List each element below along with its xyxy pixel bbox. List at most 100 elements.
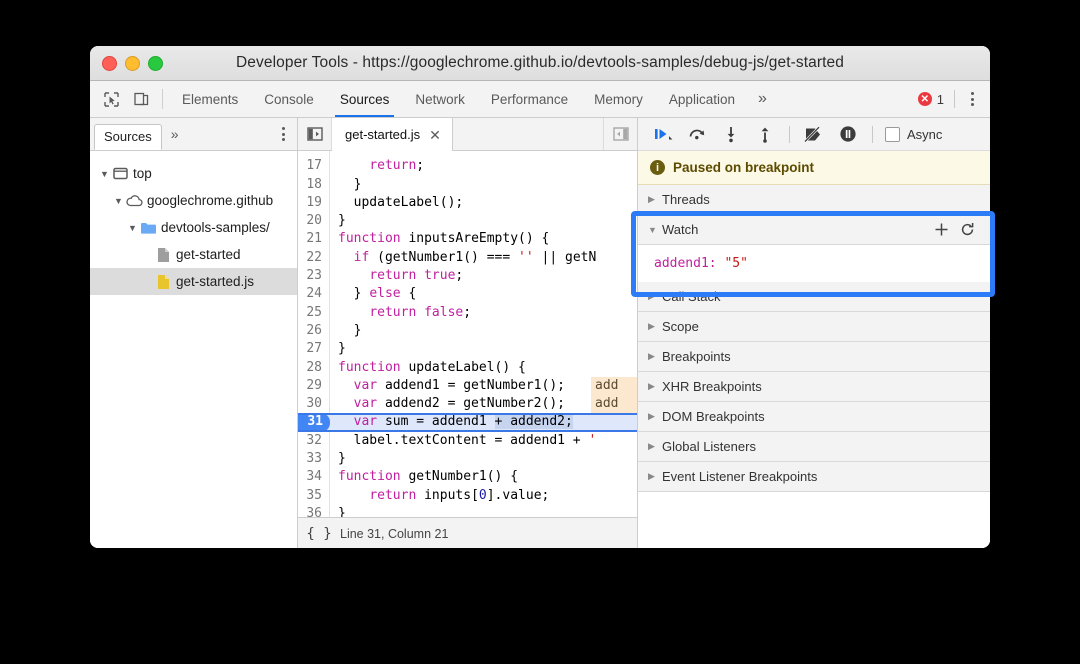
chevron-right-icon[interactable]: ▶ bbox=[648, 471, 662, 482]
tab-sources[interactable]: Sources bbox=[327, 81, 403, 117]
chevron-right-icon[interactable]: ▶ bbox=[648, 291, 662, 302]
debugger-section-global-listeners[interactable]: ▶ Global Listeners bbox=[638, 432, 990, 462]
pretty-print-icon[interactable]: { } bbox=[298, 526, 340, 542]
line-source: } else { bbox=[338, 286, 417, 302]
chevron-right-icon[interactable]: ▶ bbox=[648, 351, 662, 362]
debugger-section-scope[interactable]: ▶ Scope bbox=[638, 312, 990, 342]
chevron-down-icon[interactable]: ▼ bbox=[126, 223, 139, 233]
add-icon[interactable] bbox=[930, 219, 952, 241]
debugger-section-breakpoints[interactable]: ▶ Breakpoints bbox=[638, 342, 990, 372]
toolbar-divider bbox=[789, 125, 790, 143]
device-toolbar-icon[interactable] bbox=[126, 81, 156, 117]
minimize-button[interactable] bbox=[125, 55, 140, 71]
editor-tab-label: get-started.js bbox=[345, 127, 421, 142]
editor-tab-get-started-js[interactable]: get-started.js ✕ bbox=[332, 118, 453, 151]
window-title: Developer Tools - https://googlechrome.g… bbox=[236, 54, 844, 71]
inspect-element-icon[interactable] bbox=[96, 81, 126, 117]
tree-node-get-started[interactable]: get-started bbox=[90, 241, 297, 268]
step-out-icon[interactable] bbox=[750, 121, 780, 147]
watch-expression-row[interactable]: addend1: "5" bbox=[638, 245, 990, 282]
section-label: XHR Breakpoints bbox=[662, 379, 762, 394]
tab-performance[interactable]: Performance bbox=[478, 81, 581, 117]
toolbar-divider bbox=[162, 89, 163, 109]
kebab-menu-icon[interactable] bbox=[963, 92, 982, 106]
chevron-down-icon[interactable]: ▼ bbox=[648, 225, 662, 235]
section-label: DOM Breakpoints bbox=[662, 409, 765, 424]
navigator-menu-icon[interactable] bbox=[270, 127, 297, 141]
debugger-section-call-stack[interactable]: ▶ Call Stack bbox=[638, 282, 990, 312]
tab-elements[interactable]: Elements bbox=[169, 81, 251, 117]
chevron-right-icon[interactable]: ▶ bbox=[648, 441, 662, 452]
tab-label: Elements bbox=[182, 91, 239, 107]
chevron-right-icon[interactable]: ▶ bbox=[648, 321, 662, 332]
line-source: return; bbox=[369, 158, 425, 174]
tab-network[interactable]: Network bbox=[402, 81, 478, 117]
debugger-section-threads[interactable]: ▶ Threads bbox=[638, 185, 990, 215]
file-tree: ▼ top ▼ googlechrome.github ▼ devtools-s… bbox=[90, 151, 297, 295]
resume-script-icon[interactable] bbox=[648, 121, 678, 147]
code-line: 35 return inputs[0].value; bbox=[298, 486, 637, 505]
tree-node-get-started-js[interactable]: get-started.js bbox=[90, 268, 297, 295]
paused-banner: i Paused on breakpoint bbox=[638, 151, 990, 185]
line-source: } bbox=[338, 341, 346, 357]
folder-icon bbox=[139, 221, 158, 235]
watch-expression-name: addend1: bbox=[654, 256, 717, 271]
error-badge[interactable]: ✕ 1 bbox=[917, 92, 954, 107]
debugger-section-watch[interactable]: ▼ Watch bbox=[638, 215, 990, 245]
navigator-pane: Sources » ▼ top ▼ googlechrome.github ▼ … bbox=[90, 118, 298, 548]
line-source: label.textContent = addend1 + ' bbox=[338, 432, 597, 448]
devtools-tab-strip: Elements Console Sources Network Perform… bbox=[90, 81, 990, 118]
tab-label: Network bbox=[415, 91, 465, 107]
close-icon[interactable]: ✕ bbox=[429, 128, 441, 142]
show-navigator-icon[interactable] bbox=[298, 118, 332, 150]
section-label: Global Listeners bbox=[662, 439, 756, 454]
line-source: } bbox=[338, 176, 362, 192]
code-editor[interactable]: 16 label.textContent = 'Error: on 17 ret… bbox=[298, 151, 637, 517]
frame-icon bbox=[111, 167, 130, 180]
line-source: var sum = addend1 + addend2; bbox=[330, 413, 637, 432]
chevron-right-icon[interactable]: ▶ bbox=[648, 381, 662, 392]
line-source: function updateLabel() { bbox=[338, 359, 526, 375]
navigator-tab-sources[interactable]: Sources bbox=[94, 123, 162, 150]
chevron-right-icon[interactable]: ▶ bbox=[648, 411, 662, 422]
debugger-section-dom-breakpoints[interactable]: ▶ DOM Breakpoints bbox=[638, 402, 990, 432]
tab-memory[interactable]: Memory bbox=[581, 81, 656, 117]
step-into-icon[interactable] bbox=[716, 121, 746, 147]
line-source: } bbox=[338, 451, 346, 467]
tab-label: Console bbox=[264, 91, 314, 107]
tabs-overflow-icon[interactable]: » bbox=[748, 81, 777, 117]
debugger-section-xhr-breakpoints[interactable]: ▶ XHR Breakpoints bbox=[638, 372, 990, 402]
close-button[interactable] bbox=[102, 55, 117, 71]
tab-console[interactable]: Console bbox=[251, 81, 327, 117]
code-line: 25 return false; bbox=[298, 303, 637, 322]
cursor-position: Line 31, Column 21 bbox=[340, 527, 449, 541]
chevron-right-icon[interactable]: ▶ bbox=[648, 194, 662, 205]
tab-application[interactable]: Application bbox=[656, 81, 748, 117]
refresh-icon[interactable] bbox=[956, 219, 978, 241]
code-line: 22 if (getNumber1() === '' || getN bbox=[298, 248, 637, 268]
checkbox-icon[interactable] bbox=[885, 126, 900, 142]
chevron-down-icon[interactable]: ▼ bbox=[98, 169, 111, 179]
devtools-window: Developer Tools - https://googlechrome.g… bbox=[90, 46, 990, 548]
maximize-button[interactable] bbox=[148, 55, 163, 71]
code-line: 26 } bbox=[298, 321, 637, 341]
pause-on-exceptions-icon[interactable] bbox=[833, 121, 863, 147]
show-debugger-icon[interactable] bbox=[603, 118, 637, 150]
async-checkbox[interactable]: Async bbox=[882, 126, 943, 142]
line-number: 36 bbox=[298, 504, 330, 517]
tree-node-devtools-samples[interactable]: ▼ devtools-samples/ bbox=[90, 214, 297, 241]
line-number: 34 bbox=[298, 468, 330, 487]
navigator-overflow-icon[interactable]: » bbox=[162, 126, 188, 142]
debugger-section-event-listener-breakpoints[interactable]: ▶ Event Listener Breakpoints bbox=[638, 462, 990, 492]
tree-node-top[interactable]: ▼ top bbox=[90, 160, 297, 187]
deactivate-breakpoints-icon[interactable] bbox=[799, 121, 829, 147]
async-label: Async bbox=[907, 126, 943, 142]
step-over-icon[interactable] bbox=[682, 121, 712, 147]
tree-node-label: get-started.js bbox=[176, 274, 255, 289]
section-label: Watch bbox=[662, 222, 699, 237]
window-titlebar: Developer Tools - https://googlechrome.g… bbox=[90, 46, 990, 81]
code-line: 21 function inputsAreEmpty() { bbox=[298, 230, 637, 249]
chevron-down-icon[interactable]: ▼ bbox=[112, 196, 125, 206]
toolbar-divider bbox=[954, 90, 955, 108]
tree-node-googlechrome-github[interactable]: ▼ googlechrome.github bbox=[90, 187, 297, 214]
